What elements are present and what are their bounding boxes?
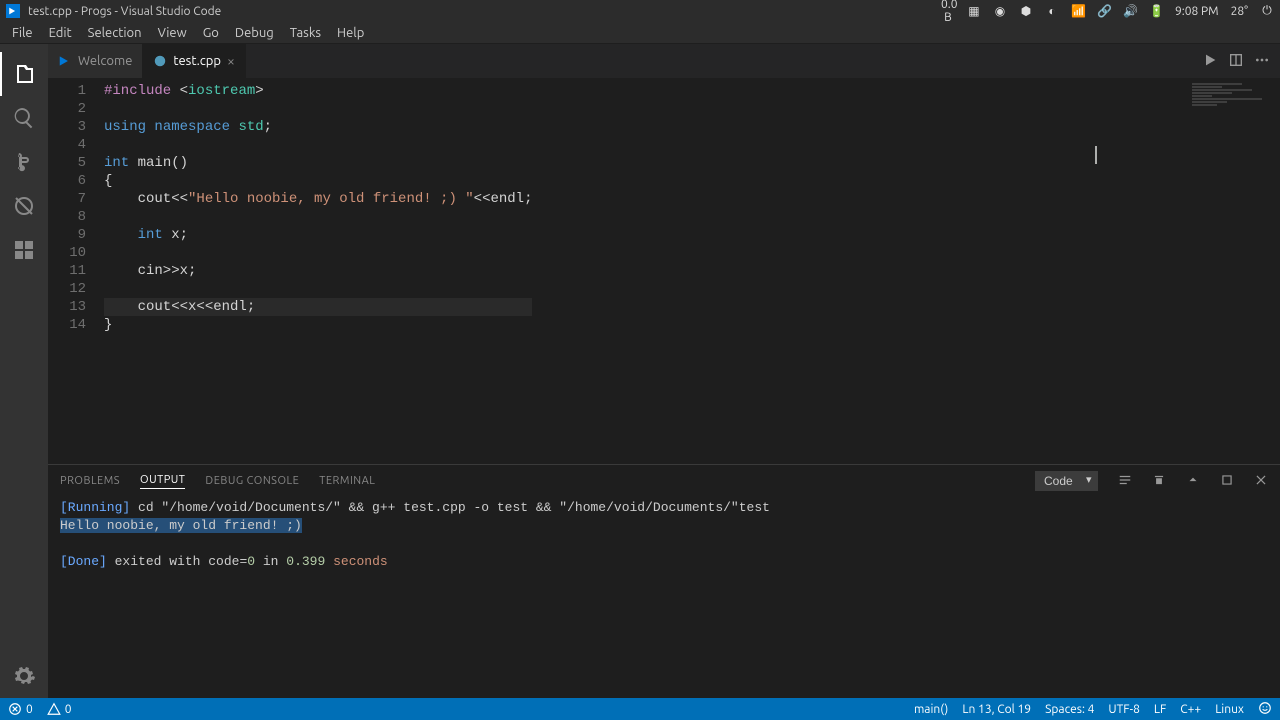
tray-icon[interactable]: ◉ [993,4,1007,18]
more-actions-icon[interactable] [1254,52,1270,71]
debug-icon[interactable] [0,184,48,228]
cpp-file-icon [153,54,167,68]
battery-icon[interactable]: 🔋 [1149,4,1163,18]
panel-tab-problems[interactable]: PROBLEMS [60,475,120,487]
status-feedback-icon[interactable] [1258,701,1272,718]
output-channel-select[interactable]: Code [1035,471,1098,491]
status-warnings[interactable]: 0 [47,702,72,716]
status-os[interactable]: Linux [1215,703,1244,716]
menu-help[interactable]: Help [329,24,372,42]
vscode-app-icon [6,4,20,18]
menu-file[interactable]: File [4,24,41,42]
menu-view[interactable]: View [150,24,195,42]
panel-tab-output[interactable]: OUTPUT [140,474,185,489]
tray-icon[interactable]: ▦ [967,4,981,18]
tab-welcome[interactable]: Welcome [48,44,143,78]
tray-icon[interactable]: ⬢ [1019,4,1033,18]
explorer-icon[interactable] [0,52,48,96]
net-speed: 0.0 B [941,0,955,24]
output-running-tag: [Running] [60,500,130,515]
source-control-icon[interactable] [0,140,48,184]
clock[interactable]: 9:08 PM [1175,5,1219,18]
output-program-echo: Hello noobie, my old friend! ;) [60,518,302,533]
toggle-word-wrap-icon[interactable] [1118,473,1132,490]
line-number-gutter: 1234567891011121314 [48,78,104,464]
tab-test-cpp[interactable]: test.cpp × [143,44,246,78]
panel-tab-terminal[interactable]: TERMINAL [319,475,375,487]
minimap[interactable] [1180,82,1280,142]
settings-gear-icon[interactable] [0,654,48,698]
desktop-panel: test.cpp - Progs - Visual Studio Code 0.… [0,0,1280,22]
menu-bar: File Edit Selection View Go Debug Tasks … [0,22,1280,44]
search-icon[interactable] [0,96,48,140]
output-run-cmd: cd "/home/void/Documents/" && g++ test.c… [130,500,770,515]
power-icon[interactable]: ⏻ [1260,4,1274,18]
close-panel-icon[interactable] [1254,473,1268,490]
run-code-icon[interactable] [1202,52,1218,71]
code-editor[interactable]: 1234567891011121314 #include <iostream> … [48,78,1280,464]
output-done-tag: [Done] [60,554,107,569]
maximize-panel-icon[interactable] [1220,473,1234,490]
bottom-panel: PROBLEMS OUTPUT DEBUG CONSOLE TERMINAL C… [48,464,1280,698]
status-indentation[interactable]: Spaces: 4 [1045,703,1094,716]
status-language[interactable]: C++ [1180,703,1201,716]
attachment-icon[interactable]: 🔗 [1097,4,1111,18]
tray-icon[interactable]: ◐ [1045,4,1059,18]
panel-tab-debug-console[interactable]: DEBUG CONSOLE [205,475,299,487]
network-icon[interactable]: 📶 [1071,4,1085,18]
split-editor-icon[interactable] [1228,52,1244,71]
status-errors[interactable]: 0 [8,702,33,716]
close-icon[interactable]: × [227,53,235,69]
menu-selection[interactable]: Selection [80,24,150,42]
status-cursor-position[interactable]: Ln 13, Col 19 [962,703,1031,716]
status-encoding[interactable]: UTF-8 [1108,703,1139,716]
menu-tasks[interactable]: Tasks [282,24,329,42]
activity-bar [0,44,48,698]
code-content[interactable]: #include <iostream> using namespace std;… [104,78,532,464]
chevron-up-icon[interactable] [1186,473,1200,490]
volume-icon[interactable]: 🔊 [1123,4,1137,18]
clear-output-icon[interactable] [1152,473,1166,490]
tab-label: test.cpp [173,54,221,68]
menu-edit[interactable]: Edit [41,24,80,42]
window-title: test.cpp - Progs - Visual Studio Code [28,5,941,18]
tab-label: Welcome [78,54,132,68]
vscode-icon [58,54,72,68]
status-eol[interactable]: LF [1154,703,1166,716]
status-bar: 0 0 main() Ln 13, Col 19 Spaces: 4 UTF-8… [0,698,1280,720]
temperature: 28° [1231,5,1248,18]
menu-debug[interactable]: Debug [227,24,282,42]
output-content[interactable]: [Running] cd "/home/void/Documents/" && … [48,497,1280,698]
system-tray: 0.0 B ▦ ◉ ⬢ ◐ 📶 🔗 🔊 🔋 9:08 PM 28° ⏻ [941,0,1274,24]
editor-tab-bar: Welcome test.cpp × [48,44,1280,78]
extensions-icon[interactable] [0,228,48,272]
menu-go[interactable]: Go [195,24,227,42]
status-function[interactable]: main() [914,703,948,716]
text-cursor [1095,146,1097,164]
